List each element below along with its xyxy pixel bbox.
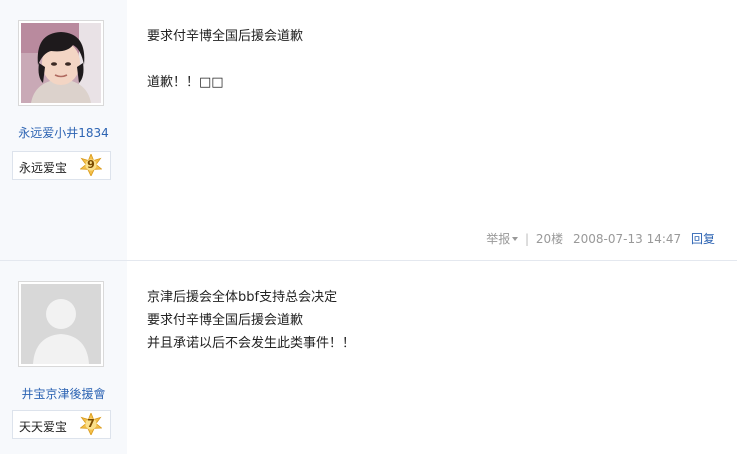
post-content: 京津后援会全体bbf支持总会决定 要求付辛博全国后援会道歉 并且承诺以后不会发生… (147, 286, 355, 355)
level-number: 9 (87, 158, 95, 171)
post-floor-21: 井宝京津後援會 天天爱宝 7 京津后援会全体bbf支持总会决定 要求付辛博全国后… (0, 261, 737, 454)
content-line: 京津后援会全体bbf支持总会决定 (147, 290, 338, 305)
user-level-badge: 天天爱宝 7 (12, 410, 111, 439)
username-link[interactable]: 井宝京津後援會 (0, 385, 127, 402)
content-line: 并且承诺以后不会发生此类事件！！ (147, 336, 356, 351)
avatar-photo (21, 23, 101, 103)
author-sidebar: 永远爱小井1834 永远爱宝 9 (0, 0, 127, 260)
post-content: 要求付辛博全国后援会道歉 道歉！！□□ (147, 25, 303, 94)
user-avatar[interactable] (18, 20, 104, 106)
content-blank-line (147, 48, 303, 71)
post-floor-20: 永远爱小井1834 永远爱宝 9 要求付辛博全国后援会道歉 道歉！！□□ 举报 … (0, 0, 737, 261)
user-level-badge: 永远爱宝 9 (12, 151, 111, 180)
level-name: 天天爱宝 (19, 420, 68, 434)
level-number: 7 (87, 417, 95, 430)
user-avatar-default[interactable] (18, 281, 104, 367)
author-sidebar: 井宝京津後援會 天天爱宝 7 (0, 261, 127, 454)
level-name: 永远爱宝 (19, 161, 68, 175)
reply-button[interactable]: 回复 (691, 232, 715, 246)
content-line: 要求付辛博全国后援会道歉 (147, 313, 304, 328)
star-badge-icon: 9 (80, 154, 102, 176)
meta-separator: | (525, 231, 530, 246)
default-avatar-icon (21, 284, 101, 364)
report-button[interactable]: 举报 (486, 231, 519, 246)
post-time: 2008-07-13 14:47 (573, 231, 682, 246)
username-link[interactable]: 永远爱小井1834 (0, 124, 127, 141)
content-line: 要求付辛博全国后援会道歉 (147, 29, 304, 44)
star-badge-icon: 7 (80, 413, 102, 435)
floor-number: 20楼 (535, 232, 564, 246)
caret-down-icon (512, 236, 519, 241)
post-meta: 举报 | 20楼 2008-07-13 14:47 回复 (486, 230, 715, 247)
content-line: 道歉！！□□ (147, 75, 224, 90)
